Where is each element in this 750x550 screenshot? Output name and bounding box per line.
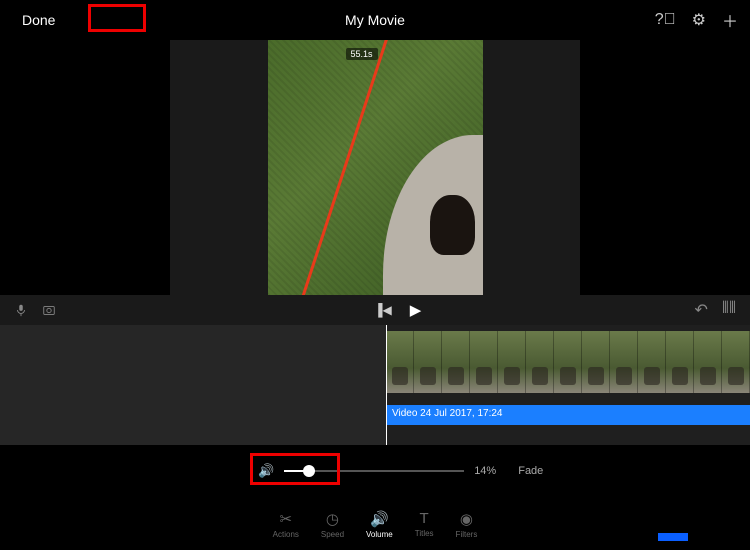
- volume-icon: 🔊: [370, 510, 389, 528]
- clip-duration-badge: 55.1s: [346, 48, 378, 60]
- done-button[interactable]: Done: [12, 8, 65, 32]
- clip-thumbnails[interactable]: [386, 331, 750, 393]
- controls-panel: 🔊 14% Fade ✂ Actions ◷ Speed 🔊 Volume: [0, 445, 750, 545]
- tab-titles[interactable]: T Titles: [415, 510, 434, 539]
- inspector-tabs: ✂ Actions ◷ Speed 🔊 Volume T Titles ◉ Fi…: [273, 510, 478, 539]
- waveform-icon[interactable]: ⦀⦀: [722, 300, 736, 320]
- project-title: My Movie: [345, 12, 405, 28]
- text-icon: T: [420, 510, 429, 527]
- playhead[interactable]: [386, 325, 387, 445]
- microphone-icon[interactable]: [14, 303, 28, 317]
- tab-label: Titles: [415, 529, 434, 538]
- timeline-empty-left: [0, 325, 386, 445]
- annotation-marker: [658, 533, 688, 541]
- tab-actions[interactable]: ✂ Actions: [273, 510, 299, 539]
- undo-icon[interactable]: ↶: [695, 300, 708, 320]
- settings-icon[interactable]: ⚙: [692, 10, 706, 30]
- skip-back-icon[interactable]: ▐◀: [374, 303, 392, 317]
- timeline[interactable]: ◀ Video 24 Jul 2017, 17:24: [0, 325, 750, 445]
- clip-label[interactable]: Video 24 Jul 2017, 17:24: [386, 405, 750, 425]
- tab-speed[interactable]: ◷ Speed: [321, 510, 344, 539]
- tab-label: Volume: [366, 530, 393, 539]
- fade-button[interactable]: Fade: [518, 465, 543, 477]
- preview-area: 55.1s: [0, 40, 750, 295]
- speedometer-icon: ◷: [326, 510, 339, 528]
- filters-icon: ◉: [460, 510, 473, 528]
- preview-pillarbox-right: [580, 40, 750, 295]
- volume-slider[interactable]: [284, 470, 464, 472]
- play-icon[interactable]: ▶: [410, 301, 422, 319]
- volume-percent: 14%: [474, 465, 496, 477]
- add-icon[interactable]: ＋: [722, 8, 738, 32]
- scissors-icon: ✂: [279, 510, 292, 528]
- header-actions: ?⃝ ⚙ ＋: [655, 8, 738, 32]
- header: Done My Movie ?⃝ ⚙ ＋: [0, 0, 750, 40]
- tab-volume[interactable]: 🔊 Volume: [366, 510, 393, 539]
- tab-label: Filters: [456, 530, 478, 539]
- volume-slider-thumb[interactable]: [303, 465, 315, 477]
- camera-icon[interactable]: [42, 303, 56, 317]
- tab-filters[interactable]: ◉ Filters: [456, 510, 478, 539]
- speaker-icon[interactable]: 🔊: [258, 463, 274, 479]
- app-root: Done My Movie ?⃝ ⚙ ＋ 55.1s ▐◀: [0, 0, 750, 550]
- help-icon[interactable]: ?⃝: [655, 11, 676, 29]
- timeline-track[interactable]: ◀ Video 24 Jul 2017, 17:24: [386, 325, 750, 445]
- tab-label: Actions: [273, 530, 299, 539]
- transport-toolbar: ▐◀ ▶ ↶ ⦀⦀: [0, 295, 750, 325]
- video-content-subject: [430, 195, 475, 255]
- preview-pillarbox-left: [0, 40, 170, 295]
- tab-label: Speed: [321, 530, 344, 539]
- volume-control: 🔊 14% Fade: [258, 463, 543, 479]
- video-preview[interactable]: 55.1s: [268, 40, 483, 295]
